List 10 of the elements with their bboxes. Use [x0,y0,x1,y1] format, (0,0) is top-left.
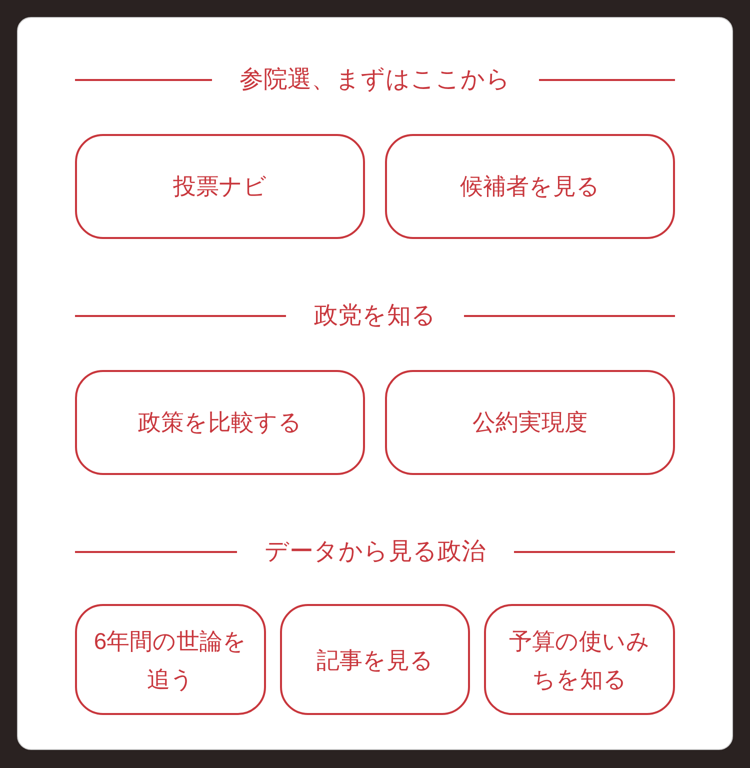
section-heading: データから見る政治 [264,537,486,567]
section-heading: 政党を知る [314,301,436,331]
nav-button[interactable]: 政策を比較する [75,370,365,475]
nav-button[interactable]: 予算の使いみちを知る [484,604,675,715]
nav-button[interactable]: 公約実現度 [385,370,675,475]
nav-button[interactable]: 候補者を見る [385,134,675,239]
nav-button[interactable]: 記事を見る [280,604,470,715]
nav-button[interactable]: 6年間の世論を追う [75,604,266,715]
nav-button[interactable]: 投票ナビ [75,134,365,239]
section-heading: 参院選、まずはここから [240,65,510,95]
